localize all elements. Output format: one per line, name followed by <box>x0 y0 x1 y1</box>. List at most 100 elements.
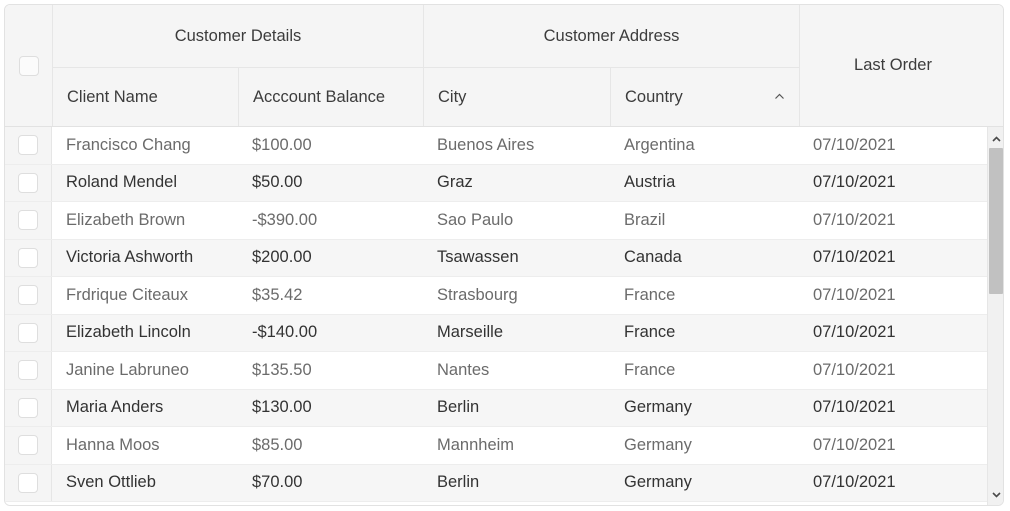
cell-client-name-text: Elizabeth Brown <box>66 210 186 229</box>
row-select-cell[interactable] <box>5 464 52 501</box>
row-select-cell[interactable] <box>5 314 52 351</box>
cell-country-text: Austria <box>624 173 676 192</box>
row-select-cell[interactable] <box>5 164 52 201</box>
cell-last-order: 07/10/2021 <box>799 127 986 164</box>
chevron-down-icon[interactable] <box>988 486 1003 502</box>
cell-last-order: 07/10/2021 <box>799 202 986 239</box>
cell-city: Graz <box>423 165 610 202</box>
group-customer-details: Customer Details <box>52 5 423 67</box>
table-row[interactable]: Sven Ottlieb $70.00 Berlin Germany 07/10/202… <box>5 464 987 502</box>
cell-country: Germany <box>610 390 799 427</box>
cell-last-order: 07/10/2021 <box>799 240 986 277</box>
cell-last-order: 07/10/2021 <box>799 277 986 314</box>
table-row[interactable]: Roland Mendel $50.00 Graz Austria 07/10/2021 <box>5 164 987 202</box>
cell-country-text: Germany <box>624 435 692 454</box>
table-row[interactable]: Frdrique Citeaux $35.42 Strasbourg France 07… <box>5 277 987 315</box>
cell-city-text: Nantes <box>437 360 490 379</box>
cell-last-order: 07/10/2021 <box>799 465 986 502</box>
row-select-checkbox[interactable] <box>18 247 38 268</box>
group-customer-address-label: Customer Address <box>543 26 680 45</box>
cell-last-order-text: 07/10/2021 <box>813 473 896 492</box>
chevron-up-icon[interactable] <box>988 131 1003 147</box>
cell-client-name-text: Roland Mendel <box>66 173 177 192</box>
cell-city-text: Marseille <box>437 323 504 342</box>
row-select-cell[interactable] <box>5 427 52 464</box>
cell-country: Germany <box>610 465 799 502</box>
cell-country: Argentina <box>610 127 799 164</box>
cell-account-balance: $130.00 <box>238 390 423 427</box>
cell-country-text: Brazil <box>624 210 666 229</box>
column-header-account-balance[interactable]: Acccount Balance <box>238 67 423 126</box>
row-select-checkbox[interactable] <box>18 210 38 231</box>
column-header-country[interactable]: Country <box>610 67 799 126</box>
row-select-checkbox[interactable] <box>18 435 38 456</box>
cell-account-balance: -$390.00 <box>238 202 423 239</box>
table-row[interactable]: Elizabeth Lincoln -$140.00 Marseille France… <box>5 314 987 352</box>
cell-account-balance-text: $135.50 <box>252 360 312 379</box>
row-select-cell[interactable] <box>5 389 52 426</box>
cell-account-balance: $35.42 <box>238 277 423 314</box>
row-select-cell[interactable] <box>5 277 52 314</box>
row-select-checkbox[interactable] <box>18 472 38 493</box>
row-select-checkbox[interactable] <box>18 397 38 418</box>
row-select-cell[interactable] <box>5 202 52 239</box>
table-row[interactable]: Hanna Moos $85.00 Mannheim Germany 07/10/202… <box>5 427 987 465</box>
cell-city-text: Berlin <box>437 473 480 492</box>
row-select-checkbox[interactable] <box>18 360 38 381</box>
column-header-client-name[interactable]: Client Name <box>52 67 238 126</box>
column-header-city[interactable]: City <box>423 67 610 126</box>
cell-last-order-text: 07/10/2021 <box>813 398 896 417</box>
cell-last-order-text: 07/10/2021 <box>813 323 896 342</box>
group-customer-address: Customer Address <box>423 5 799 67</box>
row-select-cell[interactable] <box>5 352 52 389</box>
cell-city-text: Graz <box>437 173 473 192</box>
row-select-checkbox[interactable] <box>18 135 38 156</box>
cell-account-balance-text: $130.00 <box>252 398 312 417</box>
chevron-up-icon[interactable] <box>774 92 785 103</box>
cell-country-text: France <box>624 360 676 379</box>
row-select-cell[interactable] <box>5 239 52 276</box>
cell-city: Nantes <box>423 352 610 389</box>
cell-country: Brazil <box>610 202 799 239</box>
cell-account-balance-text: $100.00 <box>252 135 312 154</box>
cell-client-name-text: Hanna Moos <box>66 435 160 454</box>
cell-last-order-text: 07/10/2021 <box>813 435 896 454</box>
table-row[interactable]: Elizabeth Brown -$390.00 Sao Paulo Brazil 07… <box>5 202 987 240</box>
cell-client-name: Elizabeth Lincoln <box>52 315 238 352</box>
cell-city: Berlin <box>423 390 610 427</box>
cell-account-balance: $100.00 <box>238 127 423 164</box>
cell-last-order-text: 07/10/2021 <box>813 210 896 229</box>
header-last-order-spacer <box>799 67 986 126</box>
cell-client-name: Elizabeth Brown <box>52 202 238 239</box>
table-row[interactable]: Victoria Ashworth $200.00 Tsawassen Canada 0… <box>5 239 987 277</box>
cell-account-balance-text: $85.00 <box>252 435 303 454</box>
cell-client-name: Maria Anders <box>52 390 238 427</box>
cell-client-name: Janine Labruneo <box>52 352 238 389</box>
table-row[interactable]: Maria Anders $130.00 Berlin Germany 07/10/20… <box>5 389 987 427</box>
vertical-scrollbar[interactable] <box>987 127 1003 505</box>
column-header-country-label: Country <box>625 87 683 106</box>
column-header-client-name-label: Client Name <box>67 87 158 106</box>
cell-city-text: Sao Paulo <box>437 210 514 229</box>
table-row[interactable]: Janine Labruneo $135.50 Nantes France 07/10/… <box>5 352 987 390</box>
cell-account-balance-text: $200.00 <box>252 248 312 267</box>
header-checkbox-spacer <box>5 67 52 126</box>
row-select-checkbox[interactable] <box>18 172 38 193</box>
row-select-checkbox[interactable] <box>18 285 38 306</box>
cell-client-name-text: Elizabeth Lincoln <box>66 323 191 342</box>
header-column-row: Client Name Acccount Balance City Countr… <box>5 67 1003 126</box>
cell-client-name-text: Janine Labruneo <box>66 360 189 379</box>
cell-country: Canada <box>610 240 799 277</box>
grid-header: Customer Details Customer Address Last O… <box>5 5 1003 127</box>
cell-account-balance: $135.50 <box>238 352 423 389</box>
grid-rows: Francisco Chang $100.00 Buenos Aires Argent… <box>5 127 987 505</box>
cell-account-balance: -$140.00 <box>238 315 423 352</box>
scrollbar-thumb[interactable] <box>989 148 1003 294</box>
cell-city: Berlin <box>423 465 610 502</box>
row-select-checkbox[interactable] <box>18 322 38 343</box>
cell-last-order-text: 07/10/2021 <box>813 135 896 154</box>
cell-account-balance-text: -$140.00 <box>252 323 318 342</box>
table-row[interactable]: Francisco Chang $100.00 Buenos Aires Argent… <box>5 127 987 165</box>
row-select-cell[interactable] <box>5 127 52 164</box>
cell-account-balance-text: $50.00 <box>252 173 303 192</box>
